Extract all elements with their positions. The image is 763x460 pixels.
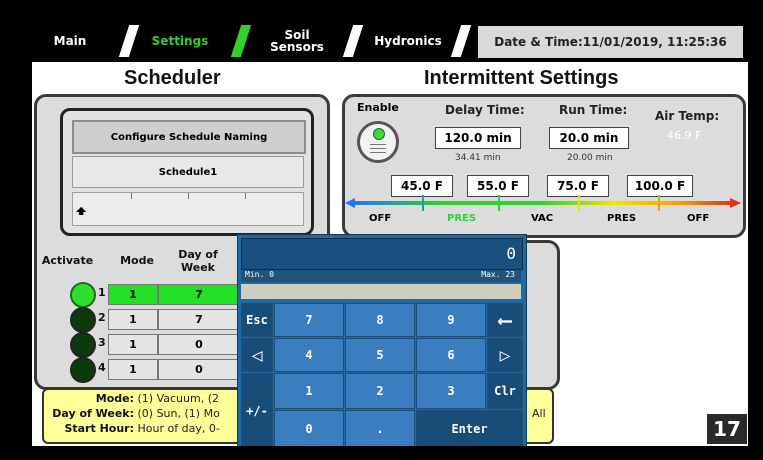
slider-tick	[188, 193, 189, 199]
tab-main[interactable]: Main	[42, 26, 98, 56]
slider-pointer-icon[interactable]: 🠹	[75, 201, 87, 221]
intermittent-title: Intermittent Settings	[424, 67, 619, 89]
tab-soil-sensors[interactable]: Soil Sensors	[262, 26, 332, 56]
tab-separator	[450, 25, 472, 57]
backspace-icon[interactable]: ⟵	[487, 303, 523, 337]
sign-key[interactable]: +/-	[241, 373, 273, 446]
day-cell[interactable]: 7	[158, 309, 240, 330]
row-number: 4	[98, 361, 106, 374]
key-0[interactable]: 0	[274, 410, 344, 446]
legend-mode-key: Mode:	[95, 392, 134, 405]
cursor-left-icon[interactable]: ◁	[241, 338, 273, 372]
tab-separator	[118, 25, 140, 57]
schedule-slider[interactable]: 🠹	[72, 192, 304, 226]
key-8[interactable]: 8	[345, 303, 415, 337]
configure-schedule-naming-button[interactable]: Configure Schedule Naming	[72, 120, 306, 154]
gauge-label-off: OFF	[369, 213, 392, 224]
keypad-display: 0	[241, 238, 523, 270]
delay-time-actual: 34.41 min	[455, 153, 501, 163]
key-6[interactable]: 6	[416, 338, 486, 372]
run-time-label: Run Time:	[559, 103, 628, 117]
legend-all-text: All	[532, 407, 546, 420]
slider-tick	[245, 193, 246, 199]
mode-cell[interactable]: 1	[108, 309, 158, 330]
enable-toggle-button[interactable]	[357, 121, 399, 163]
enable-label: Enable	[357, 101, 399, 114]
numeric-keypad: 0 Min. 0 Max. 23 Esc 7 8 9 ⟵ ◁ 4 5 6 ▷ +…	[237, 234, 527, 446]
key-2[interactable]: 2	[345, 373, 415, 409]
gauge-bar	[345, 198, 741, 208]
screen-number-badge: 17	[707, 414, 747, 444]
keypad-min: Min. 0	[245, 270, 274, 279]
activate-header: Activate	[41, 254, 94, 267]
gauge-label-off: OFF	[687, 213, 710, 224]
intermittent-panel: Enable Delay Time: 120.0 min 34.41 min R…	[342, 94, 746, 238]
scheduler-title: Scheduler	[124, 67, 221, 89]
legend-day-line: Day of Week: (0) Sun, (1) Mo	[44, 407, 220, 420]
top-nav-bar: Main Settings Soil Sensors Hydronics Dat…	[32, 22, 748, 62]
legend-mode-line: Mode: (1) Vacuum, (2	[44, 392, 219, 405]
mode-cell[interactable]: 1	[108, 359, 158, 380]
air-temp-value: 46.9 F	[667, 129, 702, 142]
menu-bars-icon	[370, 144, 386, 153]
mode-cell[interactable]: 1	[108, 284, 158, 305]
tab-separator-active	[230, 25, 252, 57]
legend-day-text: (0) Sun, (1) Mo	[137, 407, 220, 420]
keypad-max: Max. 23	[481, 270, 515, 279]
keypad-divider	[241, 284, 521, 299]
keypad-range: Min. 0 Max. 23	[241, 270, 521, 282]
row-number: 2	[98, 311, 106, 324]
legend-hour-text: Hour of day, 0-	[137, 422, 220, 435]
row-number: 1	[98, 286, 106, 299]
legend-mode-text: (1) Vacuum, (2	[137, 392, 219, 405]
run-time-actual: 20.00 min	[567, 153, 613, 163]
keypad-value: 0	[506, 244, 516, 263]
key-5[interactable]: 5	[345, 338, 415, 372]
esc-key[interactable]: Esc	[241, 303, 273, 337]
day-of-week-header: Day of Week	[178, 248, 218, 274]
key-3[interactable]: 3	[416, 373, 486, 409]
activate-led-2[interactable]	[70, 307, 96, 333]
mode-cell[interactable]: 1	[108, 334, 158, 355]
tab-separator	[342, 25, 364, 57]
slider-tick	[131, 193, 132, 199]
row-number: 3	[98, 336, 106, 349]
legend-hour-line: Start Hour: Hour of day, 0-	[44, 422, 220, 435]
tab-hydronics[interactable]: Hydronics	[368, 26, 448, 56]
clear-key[interactable]: Clr	[487, 373, 523, 409]
key-9[interactable]: 9	[416, 303, 486, 337]
key-decimal[interactable]: .	[345, 410, 415, 446]
gauge-label-vac: VAC	[531, 213, 554, 224]
hmi-screen: Main Settings Soil Sensors Hydronics Dat…	[32, 22, 748, 446]
delay-time-input[interactable]: 120.0 min	[435, 127, 521, 149]
enable-led-icon	[373, 128, 385, 140]
activate-led-1[interactable]	[70, 282, 96, 308]
activate-led-4[interactable]	[70, 357, 96, 383]
activate-led-3[interactable]	[70, 332, 96, 358]
key-7[interactable]: 7	[274, 303, 344, 337]
datetime-display: Date & Time:11/01/2019, 11:25:36	[478, 26, 743, 58]
legend-day-key: Day of Week:	[52, 407, 134, 420]
cursor-right-icon[interactable]: ▷	[487, 338, 523, 372]
day-cell[interactable]: 0	[158, 334, 240, 355]
key-1[interactable]: 1	[274, 373, 344, 409]
key-4[interactable]: 4	[274, 338, 344, 372]
gauge-label-pres: PRES	[607, 213, 637, 224]
mode-header: Mode	[120, 254, 154, 267]
gauge-label-pres: PRES	[447, 213, 477, 224]
legend-hour-key: Start Hour:	[64, 422, 134, 435]
run-time-input[interactable]: 20.0 min	[549, 127, 629, 149]
delay-time-label: Delay Time:	[445, 103, 525, 117]
enter-key[interactable]: Enter	[416, 410, 523, 446]
schedule-name-selector[interactable]: Schedule1	[72, 156, 304, 188]
schedule-config-box: Configure Schedule Naming Schedule1 🠹	[60, 108, 314, 236]
tab-settings[interactable]: Settings	[140, 26, 220, 56]
day-cell[interactable]: 7	[158, 284, 240, 305]
air-temp-label: Air Temp:	[655, 109, 720, 123]
day-cell[interactable]: 0	[158, 359, 240, 380]
